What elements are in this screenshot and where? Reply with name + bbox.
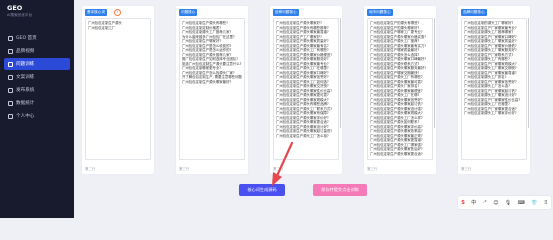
grid-icon[interactable]: ⠿ <box>544 200 548 206</box>
text-line: 广州包包定制生产源头哪家起订低? <box>370 102 423 106</box>
home-icon <box>8 35 13 41</box>
scrollbar[interactable] <box>527 18 529 128</box>
text-line: 广州包包定制源头工厂哪家服务好? <box>464 48 517 52</box>
row-count: 第三行 <box>367 167 378 171</box>
card-tag: 基本核心词 <box>85 9 107 16</box>
text-line: 广州包包定制生产源头哪家更靠谱? <box>370 138 423 142</box>
nav-item-brand-video[interactable]: 品牌视频 <box>0 45 74 57</box>
video-icon <box>8 48 13 54</box>
card-tag: 延伸问题核心 <box>273 9 299 16</box>
nav-label: 文案训练 <box>16 75 35 80</box>
text-line: 广州包包定制生产源头哪家口碑最好? <box>370 57 427 61</box>
logo-subtitle: AI搜索优化平台 <box>7 13 33 17</box>
punctuation-icon[interactable]: ·° <box>483 200 487 206</box>
nav-label: GEO 首页 <box>16 36 37 41</box>
ime-toolbar: S 中 ·° ☺ 🎙 ⌨ 👕 ⠿ <box>458 196 551 209</box>
text-line: 广州包包定制生产源头哪家最靠谱? <box>276 30 329 34</box>
text-line: 广州包包定制源头工厂哪家交期快? <box>464 66 517 70</box>
card-city-questions: 地市问题核心 广州包包定制生产的源头有哪些? 广州包包定制生产的源头哪家好? 广州包… <box>364 6 436 174</box>
text-line: 广州包包定制生产源头哪家起订量低? <box>276 129 333 133</box>
city-questions-textarea[interactable]: 广州包包定制生产的源头有哪些? 广州包包定制生产的源头哪家好? 广州包包定制生产哪家… <box>367 18 433 160</box>
generate-button[interactable]: 核心词生成源码 <box>239 184 285 196</box>
text-line: 广州包包定制生产源头工厂有哪些? <box>276 48 329 52</box>
logo: GEO AI搜索优化平台 <box>7 4 32 18</box>
lang-toggle[interactable]: 中 <box>471 199 476 206</box>
row-count: 第三行 <box>179 167 190 171</box>
nav-label: 发布系统 <box>16 88 35 93</box>
scrollbar[interactable] <box>433 18 435 128</box>
chart-icon <box>8 100 13 106</box>
card-brand-questions: 品牌问题核心 广州包包定制的源头工厂哪家好? 广州包包定制生产厂家哪家最专业? 广州… <box>458 6 530 174</box>
text-line: 广州包包定制生产哪家工厂更专业? <box>370 30 423 34</box>
text-line: 广州包包定制生产源头哪家服务最好? <box>370 66 427 70</box>
text-line: 广州包包定制生产源头工厂有哪些? <box>370 75 423 79</box>
nav-label: 品牌视频 <box>16 49 35 54</box>
sidebar: GEO AI搜索优化平台 GEO 首页 品牌视频 问题训练 文案训练 发布系统 … <box>0 0 74 218</box>
text-line: 广州包包定制生产源头工厂怎么找? <box>276 133 329 138</box>
extended-questions-textarea[interactable]: 广州包包定制生产源头哪家好? 广州包包定制生产源头有哪些推荐? 广州包包定制生产源头… <box>273 18 339 160</box>
text-line: 广州包包定制生产源头哪家最好? <box>182 79 232 84</box>
nav-label: 个人中心 <box>16 114 35 119</box>
nav-item-publish[interactable]: 发布系统 <box>0 84 74 96</box>
text-line: 广州包包定制生产源头哪家更可靠? <box>276 93 329 97</box>
ime-logo-icon[interactable]: S <box>461 200 465 206</box>
card-tag: 问题核心 <box>179 9 198 16</box>
logo-title: GEO <box>7 4 23 12</box>
row-count: 第二行 <box>85 167 96 171</box>
row-count: 第二行 <box>273 167 284 171</box>
card-base-keywords: 基本核心词 ? 广州包包定制生产源头 广州包包定制工厂 第二行 <box>82 6 154 174</box>
keyboard-icon[interactable]: ⌨ <box>518 200 525 206</box>
save-submit-button[interactable]: 保存并提交点击训练 <box>313 184 367 196</box>
help-icon[interactable]: ? <box>114 9 121 16</box>
emoji-icon[interactable]: ☺ <box>493 200 498 206</box>
doc-icon <box>8 74 13 80</box>
text-line: 广州包包定制生产源头有哪些品牌? <box>276 102 329 106</box>
text-line: 广州包包定制源头工厂哪家设计好? <box>464 93 517 97</box>
nav-label: 问题训练 <box>16 62 35 67</box>
main-content: 基本核心词 ? 广州包包定制生产源头 广州包包定制工厂 第二行 问题核心 广州包包… <box>74 0 553 218</box>
keywords-textarea[interactable]: 广州包包定制生产源头 广州包包定制工厂 <box>85 18 151 160</box>
mic-icon[interactable]: 🎙 <box>505 200 511 206</box>
questions-textarea[interactable]: 广州包包定制生产源头有哪些? 广州包包定制定制价格表? 广州包包定制源头工厂推荐几家… <box>179 18 245 160</box>
brand-questions-textarea[interactable]: 广州包包定制的源头工厂哪家好? 广州包包定制生产厂家哪家最专业? 广州包包定制源头工… <box>461 18 527 160</box>
text-line: 广州包包定制生产源头哪家更合适? <box>370 151 423 156</box>
nav-item-profile[interactable]: 个人中心 <box>0 110 74 122</box>
nav-item-geo-home[interactable]: GEO 首页 <box>0 32 74 44</box>
publish-icon <box>8 87 13 93</box>
text-line: 广州包包定制源头工厂哪家评价好? <box>464 111 517 115</box>
train-icon <box>8 61 13 67</box>
scrollbar[interactable] <box>339 18 341 128</box>
text-line: 广州包包定制生产源头哪家效率高? <box>370 129 423 133</box>
nav-label: 数据统计 <box>16 101 35 106</box>
text-line: 推广包包定制生产如何选择专业团队? <box>182 57 239 61</box>
user-icon <box>8 113 13 119</box>
nav-item-copy-training[interactable]: 文案训练 <box>0 71 74 83</box>
text-line: 广州包包定制生产源头哪家服务好? <box>276 57 329 61</box>
row-count: 第三行 <box>461 167 472 171</box>
text-line: 广州包包定制生产源头哪家有保障? <box>276 111 329 115</box>
card-extended-questions: 延伸问题核心 广州包包定制生产源头哪家好? 广州包包定制生产源头有哪些推荐? 广州包… <box>270 6 342 174</box>
text-line: 广州包包定制工厂 <box>88 25 116 30</box>
text-line: 广州包包定制生产源头哪家信誉好? <box>276 75 329 79</box>
card-tag: 品牌问题核心 <box>461 9 487 16</box>
text-line: 广州包包定制生产源头哪家规模大? <box>370 111 423 115</box>
text-line: 广州包包定制生产源头哪家质量好? <box>276 39 329 43</box>
card-tag: 地市问题核心 <box>367 9 393 16</box>
nav-item-question-training[interactable]: 问题训练 <box>4 58 70 70</box>
text-line: 广州包包定制源头工厂哪家质量好? <box>464 39 517 43</box>
nav-item-stats[interactable]: 数据统计 <box>0 97 74 109</box>
text-line: 广州包包定制生产源头哪家售后好? <box>370 147 423 151</box>
card-question-core: 问题核心 广州包包定制生产源头有哪些? 广州包包定制定制价格表? 广州包包定制源头工… <box>176 6 248 174</box>
text-line: 广州包包定制生产源头哪家交货快? <box>276 84 329 88</box>
skin-icon[interactable]: 👕 <box>531 200 537 206</box>
text-line: 广州包包定制生产源头工厂在哪里? <box>276 66 329 70</box>
text-line: 广州包包定制生产源头哪家更合适? <box>276 120 329 124</box>
text-line: 开了解包包定制生产, 需要注意哪些问题? <box>182 75 242 79</box>
